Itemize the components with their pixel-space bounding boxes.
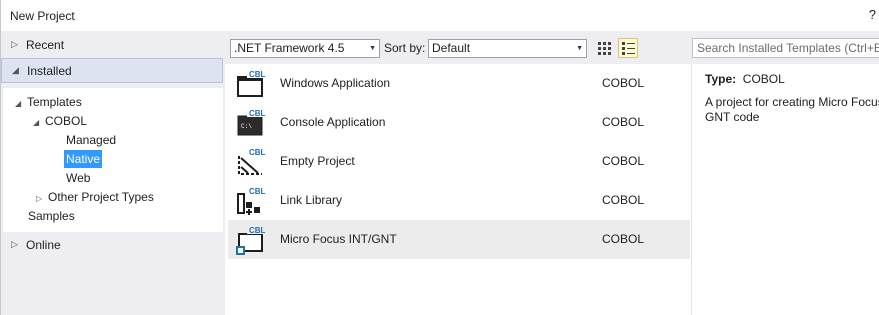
new-project-dialog: New Project ? ▷ Recent ◢ Installed ◢ Temp… [0,0,879,315]
toolbar: .NET Framework 4.5 ▼ Sort by: Default ▼ [225,31,879,64]
nav-recent[interactable]: ▷ Recent [1,32,223,57]
chevron-down-icon: ▼ [369,45,376,52]
template-name: Windows Application [280,76,391,90]
template-tree: ◢ Templates ◢ COBOL Managed Native Web ▷ Ot… [3,88,223,232]
template-item-micro-focus-int-gnt[interactable]: CBL Micro Focus INT/GNT COBOL [228,220,690,259]
template-language: COBOL [602,154,645,168]
nav-installed[interactable]: ◢ Installed [1,58,223,83]
tree-item-templates[interactable]: ◢ Templates [15,93,82,111]
nav-online-label: Online [26,237,61,252]
tree-item-label: Native [66,152,101,166]
link-library-icon: CBL [237,186,266,215]
nav-online[interactable]: ▷ Online [1,232,223,257]
chevron-down-icon: ▼ [576,45,583,52]
console-application-icon: C:\ CBL [237,108,266,136]
small-icons-view-button[interactable] [594,38,614,58]
tree-item-samples[interactable]: Samples [28,207,75,225]
empty-project-icon: CBL [238,147,266,175]
tree-item-cobol[interactable]: ◢ COBOL [33,112,87,130]
tree-item-web[interactable]: Web [66,169,90,187]
tree-item-label: Other Project Types [48,190,154,204]
description-pane: Type: COBOL A project for creating Micro… [691,64,879,315]
icon-badge: CBL [249,148,266,157]
framework-dropdown[interactable]: .NET Framework 4.5 ▼ [230,39,380,58]
title-bar: New Project ? [1,0,879,31]
type-value: COBOL [742,72,785,86]
tree-item-other-project-types[interactable]: ▷ Other Project Types [36,188,154,206]
nav-installed-label: Installed [27,63,72,78]
tree-item-label: COBOL [45,114,88,128]
windows-application-icon: CBL [237,69,266,97]
template-name: Console Application [280,115,386,129]
template-item-windows-application[interactable]: CBL Windows Application COBOL [228,64,690,103]
tree-item-label: Samples [28,209,75,223]
int-gnt-icon: CBL [236,225,266,255]
template-description: A project for creating Micro Focus INT/ … [705,95,879,124]
icon-badge: CBL [249,187,266,196]
chevron-down-icon: ◢ [33,118,40,127]
tree-item-native[interactable]: Native [64,150,103,168]
type-label: Type: [705,72,737,86]
template-item-empty-project[interactable]: CBL Empty Project COBOL [228,142,690,181]
chevron-right-icon: ▷ [11,39,18,49]
grid-view-icon [598,42,611,55]
sort-by-label: Sort by: [384,41,426,55]
chevron-right-icon: ▷ [11,239,18,249]
template-type: Type: COBOL [705,72,785,86]
search-input[interactable] [693,39,879,57]
medium-icons-view-button[interactable] [618,38,638,58]
tree-item-managed[interactable]: Managed [66,131,116,149]
template-language: COBOL [602,76,645,90]
tree-item-label: Web [66,171,91,185]
svg-text:C:\: C:\ [241,123,252,130]
sort-value: Default [432,41,471,55]
nav-recent-label: Recent [26,37,65,52]
template-name: Link Library [280,193,343,207]
icon-badge: CBL [249,109,266,118]
icon-badge: CBL [249,70,266,79]
template-name: Micro Focus INT/GNT [280,232,397,246]
framework-value: .NET Framework 4.5 [234,41,345,55]
template-list: CBL Windows Application COBOL C:\ CBL Co… [228,64,690,315]
navigation-pane: ▷ Recent ◢ Installed ◢ Templates ◢ COBOL M… [1,31,225,315]
template-name: Empty Project [280,154,355,168]
template-item-console-application[interactable]: C:\ CBL Console Application COBOL [228,103,690,142]
sort-dropdown[interactable]: Default ▼ [428,39,587,58]
chevron-right-icon: ▷ [36,194,43,203]
template-language: COBOL [602,193,645,207]
icon-badge: CBL [249,226,266,235]
template-item-link-library[interactable]: CBL Link Library COBOL [228,181,690,220]
dialog-title: New Project [10,9,75,23]
tree-item-label: Templates [27,95,82,109]
list-view-icon [622,42,635,55]
chevron-down-icon: ◢ [12,65,19,75]
tree-item-label: Managed [66,133,117,147]
template-language: COBOL [602,232,645,246]
help-button[interactable]: ? [869,7,876,22]
template-language: COBOL [602,115,645,129]
chevron-down-icon: ◢ [15,99,22,108]
search-box[interactable] [692,38,879,58]
